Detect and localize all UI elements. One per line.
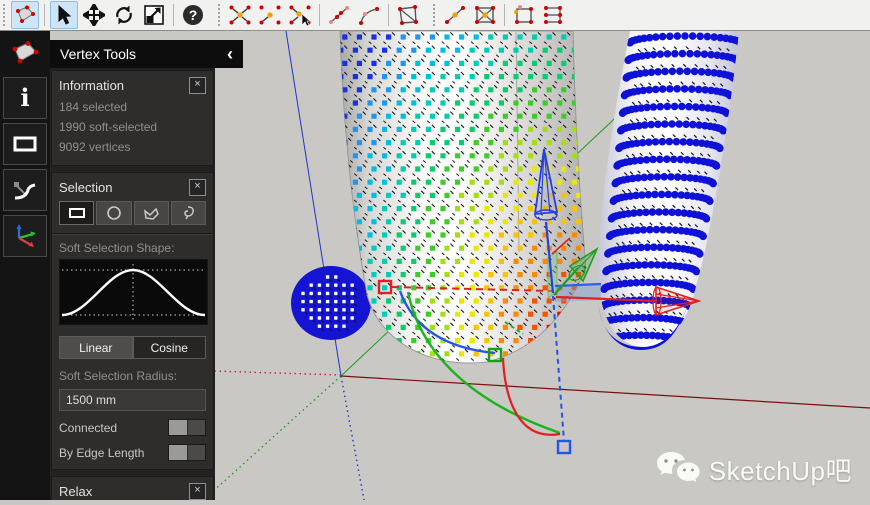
axes-icon — [12, 223, 38, 249]
merge-close-vertices-icon — [258, 4, 282, 26]
merge-vertices-icon — [228, 4, 252, 26]
panel-body: Information × 184 selected 1990 soft-sel… — [50, 68, 215, 500]
linear-falloff-button[interactable]: Linear — [59, 336, 133, 359]
mode-circle-button[interactable] — [96, 201, 131, 225]
vertex-tools-logo-icon — [10, 40, 40, 66]
help-icon: ? — [182, 4, 204, 26]
sphere-object — [291, 266, 371, 340]
scale-icon — [143, 4, 165, 26]
edge-length-toggle[interactable] — [168, 444, 206, 461]
align-vertices-icon — [542, 4, 566, 26]
move-icon — [83, 4, 105, 26]
wechat-icon — [655, 450, 701, 488]
info-icon: i — [20, 86, 29, 110]
stat-vertices: 9092 vertices — [59, 137, 206, 157]
radius-label: Soft Selection Radius: — [59, 369, 206, 383]
split-edge-icon — [327, 4, 351, 26]
mode-lasso-button[interactable] — [134, 201, 169, 225]
vertex-tools-button[interactable] — [11, 1, 39, 29]
section-relax: Relax × X Y Z — [51, 476, 214, 500]
edge-length-label: By Edge Length — [59, 446, 168, 460]
connected-label: Connected — [59, 421, 168, 435]
toolbar-grip[interactable] — [432, 3, 437, 27]
triangulate-quad-icon — [473, 4, 497, 26]
stat-soft-selected: 1990 soft-selected — [59, 117, 206, 137]
move-button[interactable] — [80, 1, 108, 29]
watermark-text: SketchUp吧 — [709, 451, 852, 488]
radius-input[interactable] — [59, 389, 206, 411]
section-selection: Selection × — [51, 172, 214, 470]
toolbar-separator — [319, 4, 320, 26]
merge-pick-vertices-icon — [288, 4, 312, 26]
divider — [52, 233, 213, 235]
toolbar-separator — [44, 4, 45, 26]
watermark: SketchUp吧 — [655, 450, 852, 488]
selection-mode-row — [59, 201, 206, 225]
triangulate-quad-button[interactable] — [471, 1, 499, 29]
align-vertices-button[interactable] — [540, 1, 568, 29]
sidebar-item-information[interactable]: i — [3, 77, 47, 119]
falloff-curve-graph[interactable] — [59, 259, 208, 325]
help-button[interactable]: ? — [179, 1, 207, 29]
rectangle-icon — [68, 207, 86, 219]
quad-region-button[interactable] — [394, 1, 422, 29]
quad-region-icon — [396, 4, 420, 26]
toolbar-separator — [504, 4, 505, 26]
panel-header[interactable]: Vertex Tools ‹ — [50, 40, 243, 68]
connected-toggle-row: Connected — [59, 419, 206, 436]
main-toolbar: ? — [0, 0, 870, 31]
vertex-tools-sidebar: i — [0, 31, 50, 500]
rotate-icon — [113, 4, 135, 26]
select-button[interactable] — [50, 1, 78, 29]
mode-freehand-button[interactable] — [171, 201, 206, 225]
merge-close-vertices-button[interactable] — [256, 1, 284, 29]
toolbar-grip[interactable] — [217, 3, 222, 27]
circle-icon — [106, 205, 122, 221]
insert-vertex-icon — [443, 4, 467, 26]
toolbar-separator — [173, 4, 174, 26]
split-edge-button[interactable] — [325, 1, 353, 29]
merge-pick-vertices-button[interactable] — [286, 1, 314, 29]
panel-title: Vertex Tools — [50, 46, 217, 62]
svg-text:?: ? — [189, 7, 198, 23]
falloff-type-row: Linear Cosine — [59, 336, 206, 359]
freehand-lasso-icon — [180, 205, 196, 221]
falloff-curve-icon — [12, 178, 38, 202]
toolbar-separator — [388, 4, 389, 26]
section-title: Relax — [59, 484, 189, 499]
collapse-panel-icon[interactable]: ‹ — [217, 44, 243, 65]
stat-selected: 184 selected — [59, 97, 206, 117]
section-information: Information × 184 selected 1990 soft-sel… — [51, 70, 214, 166]
sidebar-item-falloff[interactable] — [3, 169, 47, 211]
rotate-button[interactable] — [110, 1, 138, 29]
vertex-tools-icon — [14, 5, 36, 25]
close-icon[interactable]: × — [189, 483, 206, 500]
vertex-tools-logo — [3, 35, 47, 71]
shape-label: Soft Selection Shape: — [59, 241, 206, 255]
rectangle-select-icon — [12, 135, 38, 153]
insert-vertex-button[interactable] — [441, 1, 469, 29]
merge-vertices-button[interactable] — [226, 1, 254, 29]
weld-corner-icon — [357, 4, 381, 26]
connected-toggle[interactable] — [168, 419, 206, 436]
section-title: Selection — [59, 180, 189, 195]
scale-button[interactable] — [140, 1, 168, 29]
sidebar-item-gizmo[interactable] — [3, 215, 47, 257]
mode-rectangle-button[interactable] — [59, 201, 94, 225]
cosine-falloff-button[interactable]: Cosine — [133, 336, 207, 359]
edge-length-toggle-row: By Edge Length — [59, 444, 206, 461]
close-icon[interactable]: × — [189, 179, 206, 196]
extract-vertex-icon — [512, 4, 536, 26]
lasso-icon — [142, 206, 160, 221]
section-title: Information — [59, 78, 189, 93]
weld-corner-button[interactable] — [355, 1, 383, 29]
sidebar-item-selection[interactable] — [3, 123, 47, 165]
toolbar-grip[interactable] — [2, 3, 7, 27]
close-icon[interactable]: × — [189, 77, 206, 94]
extract-vertex-button[interactable] — [510, 1, 538, 29]
select-arrow-icon — [55, 5, 73, 25]
